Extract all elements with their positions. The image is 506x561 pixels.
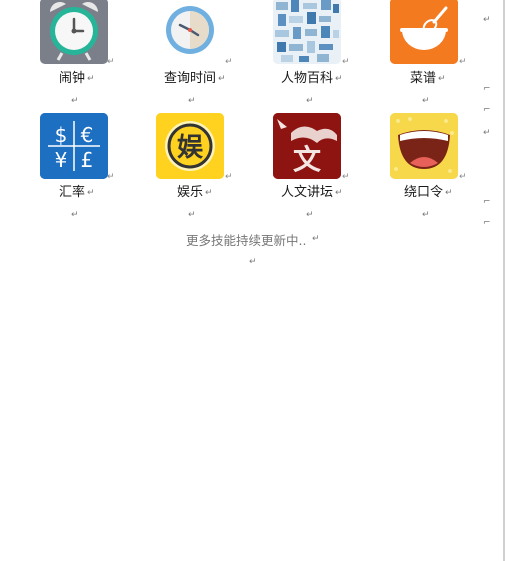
paragraph-mark: ↵ xyxy=(483,15,491,25)
corner-mark: ⌐ xyxy=(483,218,491,228)
corner-mark: ⌐ xyxy=(483,197,491,207)
page-right-edge xyxy=(503,0,505,561)
recipe-bowl-icon[interactable] xyxy=(390,0,458,64)
paragraph-mark: ↵ xyxy=(107,57,115,67)
paragraph-mark: ↵ xyxy=(445,188,453,198)
more-skills-text: 更多技能持续更新中.. xyxy=(186,233,307,248)
yuan-symbol: ¥ xyxy=(55,148,68,172)
paragraph-mark: ↵ xyxy=(249,257,257,267)
skill-label-exchange: 汇率 xyxy=(59,185,86,200)
paragraph-mark: ↵ xyxy=(71,210,79,220)
corner-mark: ⌐ xyxy=(483,84,491,94)
paragraph-mark: ↵ xyxy=(438,74,446,84)
paragraph-mark: ↵ xyxy=(483,128,491,138)
humanities-lecture-icon[interactable]: 文 xyxy=(273,113,341,179)
paragraph-mark: ↵ xyxy=(459,172,467,182)
skill-label-encyclopedia: 人物百科 xyxy=(281,71,334,86)
skill-label-humanities: 人文讲坛 xyxy=(281,185,334,200)
alarm-clock-icon[interactable] xyxy=(40,0,108,64)
paragraph-mark: ↵ xyxy=(459,57,467,67)
humanities-glyph: 文 xyxy=(293,143,321,176)
skill-label-tongue-twister: 绕口令 xyxy=(404,185,444,200)
paragraph-mark: ↵ xyxy=(306,210,314,220)
paragraph-mark: ↵ xyxy=(342,57,350,67)
corner-mark: ⌐ xyxy=(483,105,491,115)
paragraph-mark: ↵ xyxy=(306,96,314,106)
pound-symbol: £ xyxy=(81,148,94,172)
clock-icon[interactable] xyxy=(156,0,224,64)
skill-label-alarm: 闹钟 xyxy=(59,71,86,86)
entertainment-glyph: 娱 xyxy=(177,133,204,163)
paragraph-mark: ↵ xyxy=(188,210,196,220)
encyclopedia-icon[interactable] xyxy=(273,0,341,64)
paragraph-mark: ↵ xyxy=(335,74,343,84)
paragraph-mark: ↵ xyxy=(205,188,213,198)
euro-symbol: € xyxy=(81,123,94,147)
paragraph-mark: ↵ xyxy=(87,188,95,198)
paragraph-mark: ↵ xyxy=(422,96,430,106)
skill-label-time: 查询时间 xyxy=(164,71,217,86)
paragraph-mark: ↵ xyxy=(422,210,430,220)
paragraph-mark: ↵ xyxy=(218,74,226,84)
entertainment-icon[interactable]: 娱 xyxy=(156,113,224,179)
paragraph-mark: ↵ xyxy=(107,172,115,182)
paragraph-mark: ↵ xyxy=(342,172,350,182)
paragraph-mark: ↵ xyxy=(87,74,95,84)
skill-label-recipe: 菜谱 xyxy=(410,71,437,86)
paragraph-mark: ↵ xyxy=(188,96,196,106)
currency-exchange-icon[interactable]: $ € ¥ £ xyxy=(40,113,108,179)
skill-label-entertainment: 娱乐 xyxy=(177,185,204,200)
dollar-symbol: $ xyxy=(55,123,68,147)
paragraph-mark: ↵ xyxy=(335,188,343,198)
paragraph-mark: ↵ xyxy=(225,172,233,182)
tongue-twister-mouth-icon[interactable] xyxy=(390,113,458,179)
paragraph-mark: ↵ xyxy=(71,96,79,106)
paragraph-mark: ↵ xyxy=(312,234,320,244)
paragraph-mark: ↵ xyxy=(225,57,233,67)
